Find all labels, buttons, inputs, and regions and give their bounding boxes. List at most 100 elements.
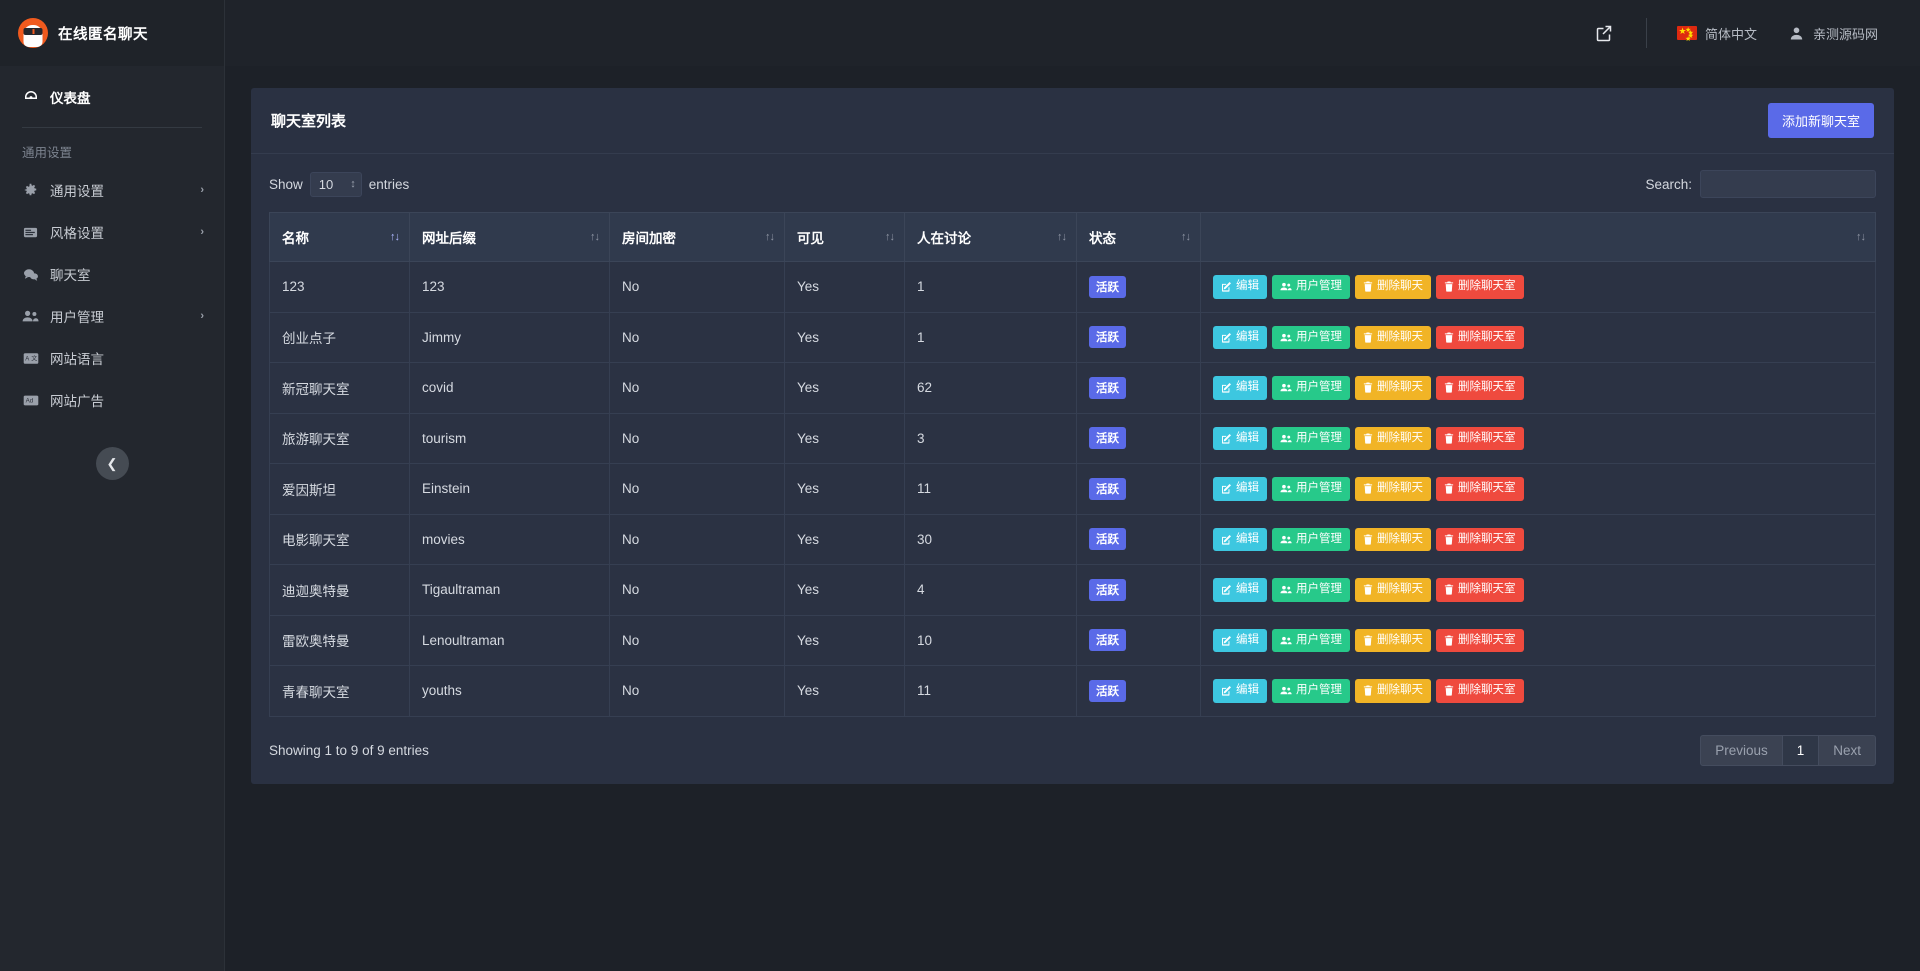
trash-up-icon xyxy=(1363,584,1373,595)
chevron-right-icon: › xyxy=(200,184,204,196)
manage-users-button[interactable]: 用户管理 xyxy=(1272,427,1350,451)
delete-room-button[interactable]: 删除聊天室 xyxy=(1436,326,1524,350)
manage-users-button[interactable]: 用户管理 xyxy=(1272,679,1350,703)
clear-chat-button[interactable]: 删除聊天 xyxy=(1355,679,1431,703)
edit-button[interactable]: 编辑 xyxy=(1213,477,1267,501)
trash-icon xyxy=(1444,584,1454,595)
cell-status: 活跃 xyxy=(1077,262,1201,313)
user-menu[interactable]: 亲测源码网 xyxy=(1773,24,1894,43)
svg-text:Ad: Ad xyxy=(25,397,33,404)
visit-site-button[interactable] xyxy=(1576,23,1632,43)
search-input[interactable] xyxy=(1700,170,1876,198)
manage-users-button[interactable]: 用户管理 xyxy=(1272,477,1350,501)
clear-chat-button[interactable]: 删除聊天 xyxy=(1355,376,1431,400)
users-icon xyxy=(1280,483,1292,494)
cell-name: 爱因斯坦 xyxy=(270,464,410,515)
cell-name: 新冠聊天室 xyxy=(270,363,410,414)
sidebar-item-dashboard[interactable]: 仪表盘 xyxy=(0,76,224,118)
trash-icon xyxy=(1444,382,1454,393)
clear-chat-button[interactable]: 删除聊天 xyxy=(1355,326,1431,350)
sidebar-item-chatrooms[interactable]: 聊天室 xyxy=(0,253,224,295)
clear-chat-button[interactable]: 删除聊天 xyxy=(1355,528,1431,552)
column-header-visible[interactable]: 可见 ↑↓ xyxy=(785,213,905,262)
column-header-users[interactable]: 人在讨论 ↑↓ xyxy=(905,213,1077,262)
edit-button[interactable]: 编辑 xyxy=(1213,629,1267,653)
cell-users-count: 11 xyxy=(905,464,1077,515)
sidebar-item-site-language[interactable]: A 文 网站语言 xyxy=(0,337,224,379)
table-head: 名称 ↑↓ 网址后缀 ↑↓ 房间加密 ↑↓ xyxy=(270,213,1876,262)
sidebar-item-style-settings[interactable]: 风格设置 › xyxy=(0,211,224,253)
clear-chat-button[interactable]: 删除聊天 xyxy=(1355,629,1431,653)
chevron-right-icon: › xyxy=(200,226,204,238)
delete-room-button[interactable]: 删除聊天室 xyxy=(1436,477,1524,501)
sort-icon: ↑↓ xyxy=(590,231,599,243)
edit-button[interactable]: 编辑 xyxy=(1213,578,1267,602)
row-actions: 编辑 用户管理 删除聊天 删除聊天室 xyxy=(1213,679,1863,703)
column-header-encrypted[interactable]: 房间加密 ↑↓ xyxy=(610,213,785,262)
delete-room-button[interactable]: 删除聊天室 xyxy=(1436,629,1524,653)
clear-chat-button[interactable]: 删除聊天 xyxy=(1355,477,1431,501)
delete-room-button[interactable]: 删除聊天室 xyxy=(1436,427,1524,451)
trash-icon xyxy=(1444,433,1454,444)
clear-chat-button[interactable]: 删除聊天 xyxy=(1355,275,1431,299)
edit-button[interactable]: 编辑 xyxy=(1213,528,1267,552)
column-header-slug[interactable]: 网址后缀 ↑↓ xyxy=(410,213,610,262)
table-row: 青春聊天室 youths No Yes 11 活跃 编辑 用户管理 删除聊天 删… xyxy=(270,666,1876,717)
pagination-previous[interactable]: Previous xyxy=(1700,735,1783,766)
column-header-actions[interactable]: ↑↓ xyxy=(1201,213,1876,262)
trash-icon xyxy=(1444,281,1454,292)
cell-name: 123 xyxy=(270,262,410,313)
pencil-square-icon xyxy=(1221,382,1232,393)
manage-users-button[interactable]: 用户管理 xyxy=(1272,275,1350,299)
manage-users-button[interactable]: 用户管理 xyxy=(1272,326,1350,350)
sidebar-section-label: 通用设置 xyxy=(0,128,224,169)
delete-room-button[interactable]: 删除聊天室 xyxy=(1436,578,1524,602)
cell-status: 活跃 xyxy=(1077,666,1201,717)
cell-visible: Yes xyxy=(785,615,905,666)
users-icon xyxy=(1280,281,1292,292)
brand[interactable]: 在线匿名聊天 xyxy=(0,0,224,66)
page-title: 聊天室列表 xyxy=(271,110,346,131)
delete-room-button[interactable]: 删除聊天室 xyxy=(1436,275,1524,299)
clear-chat-button[interactable]: 删除聊天 xyxy=(1355,427,1431,451)
table-row: 123 123 No Yes 1 活跃 编辑 用户管理 删除聊天 删除聊天室 xyxy=(270,262,1876,313)
delete-room-button[interactable]: 删除聊天室 xyxy=(1436,376,1524,400)
manage-users-button[interactable]: 用户管理 xyxy=(1272,629,1350,653)
sidebar-item-general-settings[interactable]: 通用设置 › xyxy=(0,169,224,211)
pencil-square-icon xyxy=(1221,584,1232,595)
table-row: 爱因斯坦 Einstein No Yes 11 活跃 编辑 用户管理 删除聊天 … xyxy=(270,464,1876,515)
edit-button[interactable]: 编辑 xyxy=(1213,679,1267,703)
sidebar-item-user-management[interactable]: 用户管理 › xyxy=(0,295,224,337)
edit-button[interactable]: 编辑 xyxy=(1213,376,1267,400)
column-header-status[interactable]: 状态 ↑↓ xyxy=(1077,213,1201,262)
language-switcher[interactable]: ★★ ★★ ★ 简体中文 xyxy=(1661,24,1773,43)
table-row: 迪迦奥特曼 Tigaultraman No Yes 4 活跃 编辑 用户管理 删… xyxy=(270,565,1876,616)
add-chatroom-button[interactable]: 添加新聊天室 xyxy=(1768,103,1874,138)
delete-room-button[interactable]: 删除聊天室 xyxy=(1436,528,1524,552)
trash-up-icon xyxy=(1363,382,1373,393)
sidebar-collapse-button[interactable]: ❮ xyxy=(96,447,129,480)
trash-up-icon xyxy=(1363,534,1373,545)
cell-status: 活跃 xyxy=(1077,312,1201,363)
clear-chat-button[interactable]: 删除聊天 xyxy=(1355,578,1431,602)
manage-users-button[interactable]: 用户管理 xyxy=(1272,528,1350,552)
manage-users-button[interactable]: 用户管理 xyxy=(1272,376,1350,400)
anonymous-avatar-icon xyxy=(18,18,48,48)
pagination-page-1[interactable]: 1 xyxy=(1783,735,1820,766)
edit-button[interactable]: 编辑 xyxy=(1213,326,1267,350)
sidebar-item-site-ads[interactable]: Ad 网站广告 xyxy=(0,379,224,421)
users-icon xyxy=(1280,685,1292,696)
table-info: Showing 1 to 9 of 9 entries xyxy=(269,743,429,758)
trash-up-icon xyxy=(1363,635,1373,646)
pencil-square-icon xyxy=(1221,433,1232,444)
column-header-name[interactable]: 名称 ↑↓ xyxy=(270,213,410,262)
cell-name: 创业点子 xyxy=(270,312,410,363)
edit-button[interactable]: 编辑 xyxy=(1213,427,1267,451)
page-length-select[interactable]: 10 25 50 100 xyxy=(310,172,362,197)
pagination-next[interactable]: Next xyxy=(1819,735,1876,766)
row-actions: 编辑 用户管理 删除聊天 删除聊天室 xyxy=(1213,427,1863,451)
chat-bubbles-icon xyxy=(22,267,39,282)
edit-button[interactable]: 编辑 xyxy=(1213,275,1267,299)
delete-room-button[interactable]: 删除聊天室 xyxy=(1436,679,1524,703)
manage-users-button[interactable]: 用户管理 xyxy=(1272,578,1350,602)
